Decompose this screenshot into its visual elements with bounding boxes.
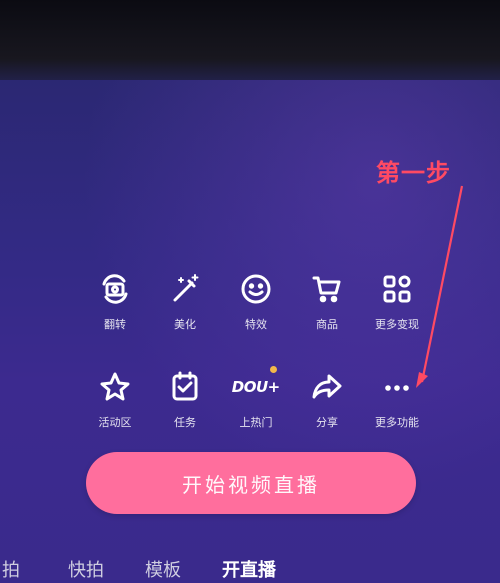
toolbar-item-flip[interactable]: 翻转 [75, 270, 155, 332]
toolbar-item-activity[interactable]: 活动区 [75, 368, 155, 430]
toolbar-item-label: 分享 [316, 416, 338, 429]
more-dots-icon [378, 368, 416, 406]
toolbar-item-label: 任务 [174, 416, 196, 429]
toolbar-item-label: 商品 [316, 318, 338, 331]
tab-quick-shoot[interactable]: 快拍 [68, 556, 104, 582]
top-dark-bar [0, 0, 500, 84]
toolbar-item-label: 更多功能 [375, 416, 419, 429]
tab-shoot[interactable]: 拍 [2, 556, 20, 582]
step-annotation: 第一步 [376, 159, 451, 187]
shopping-cart-icon [308, 270, 346, 308]
toolbar-item-tasks[interactable]: 任务 [145, 368, 225, 430]
notification-dot [270, 366, 277, 373]
grid-apps-icon [378, 270, 416, 308]
toolbar-item-trending[interactable]: DOU + 上热门 [216, 368, 296, 430]
toolbar-item-more-functions[interactable]: 更多功能 [357, 368, 437, 430]
bottom-mode-tabs: 拍 快拍 模板 开直播 [0, 552, 500, 583]
toolbar-item-effects[interactable]: 特效 [216, 270, 296, 332]
toolbar-item-products[interactable]: 商品 [287, 270, 367, 332]
toolbar-item-label: 美化 [174, 318, 196, 331]
smiley-icon [237, 270, 275, 308]
toolbar-item-more-monetize[interactable]: 更多变现 [357, 270, 437, 332]
toolbar-item-beautify[interactable]: 美化 [145, 270, 225, 332]
toolbar-item-label: 更多变现 [375, 318, 419, 331]
toolbar-item-label: 特效 [245, 318, 267, 331]
toolbar-item-label: 活动区 [98, 416, 132, 429]
task-checklist-icon [166, 368, 204, 406]
tab-go-live[interactable]: 开直播 [222, 556, 276, 582]
flip-camera-icon [96, 270, 134, 308]
tab-template[interactable]: 模板 [145, 556, 181, 582]
toolbar-item-share[interactable]: 分享 [287, 368, 367, 430]
share-arrow-icon [308, 368, 346, 406]
toolbar-item-label: 上热门 [239, 416, 273, 429]
star-icon [96, 368, 134, 406]
start-live-button[interactable]: 开始视频直播 [86, 452, 416, 514]
magic-wand-icon [166, 270, 204, 308]
dou-plus-icon: DOU + [231, 378, 281, 396]
toolbar-item-label: 翻转 [104, 318, 126, 331]
